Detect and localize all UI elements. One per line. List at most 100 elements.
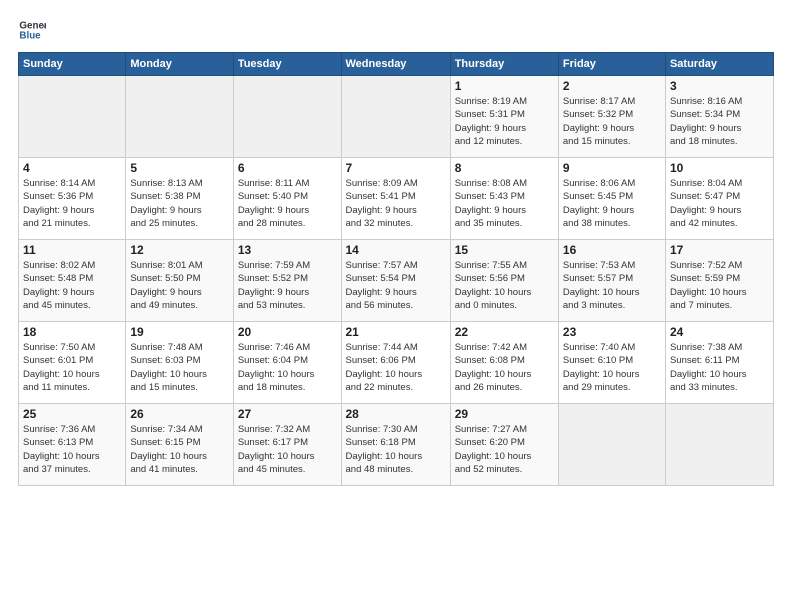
day-number: 28 xyxy=(346,407,446,421)
col-header-tuesday: Tuesday xyxy=(233,53,341,76)
day-number: 14 xyxy=(346,243,446,257)
calendar-cell: 25 Sunrise: 7:36 AM Sunset: 6:13 PM Dayli… xyxy=(19,404,126,486)
calendar-cell: 2 Sunrise: 8:17 AM Sunset: 5:32 PM Daylig… xyxy=(558,76,665,158)
calendar-cell xyxy=(233,76,341,158)
calendar-cell: 22 Sunrise: 7:42 AM Sunset: 6:08 PM Dayli… xyxy=(450,322,558,404)
logo-icon: General Blue xyxy=(18,16,46,44)
calendar-cell xyxy=(341,76,450,158)
calendar-cell: 18 Sunrise: 7:50 AM Sunset: 6:01 PM Dayli… xyxy=(19,322,126,404)
day-number: 15 xyxy=(455,243,554,257)
day-info: Sunrise: 8:16 AM Sunset: 5:34 PM Dayligh… xyxy=(670,95,769,148)
calendar-cell xyxy=(558,404,665,486)
calendar-cell: 5Sunrise: 8:13 AM Sunset: 5:38 PM Daylig… xyxy=(126,158,233,240)
day-number: 16 xyxy=(563,243,661,257)
calendar-cell: 10 Sunrise: 8:04 AM Sunset: 5:47 PM Dayli… xyxy=(665,158,773,240)
day-info: Sunrise: 7:46 AM Sunset: 6:04 PM Dayligh… xyxy=(238,341,337,394)
calendar-cell xyxy=(665,404,773,486)
day-number: 6 xyxy=(238,161,337,175)
calendar-cell: 27Sunrise: 7:32 AM Sunset: 6:17 PM Dayli… xyxy=(233,404,341,486)
calendar-cell: 7 Sunrise: 8:09 AM Sunset: 5:41 PM Daylig… xyxy=(341,158,450,240)
calendar-cell: 23 Sunrise: 7:40 AM Sunset: 6:10 PM Dayli… xyxy=(558,322,665,404)
calendar-cell xyxy=(126,76,233,158)
day-info: Sunrise: 7:55 AM Sunset: 5:56 PM Dayligh… xyxy=(455,259,554,312)
day-number: 21 xyxy=(346,325,446,339)
day-number: 9 xyxy=(563,161,661,175)
calendar-table: SundayMondayTuesdayWednesdayThursdayFrid… xyxy=(18,52,774,486)
calendar-cell: 4 Sunrise: 8:14 AM Sunset: 5:36 PM Daylig… xyxy=(19,158,126,240)
day-info: Sunrise: 7:59 AM Sunset: 5:52 PM Dayligh… xyxy=(238,259,337,312)
calendar-cell: 9 Sunrise: 8:06 AM Sunset: 5:45 PM Daylig… xyxy=(558,158,665,240)
svg-text:Blue: Blue xyxy=(19,30,41,41)
day-info: Sunrise: 8:14 AM Sunset: 5:36 PM Dayligh… xyxy=(23,177,121,230)
day-info: Sunrise: 8:01 AM Sunset: 5:50 PM Dayligh… xyxy=(130,259,228,312)
day-info: Sunrise: 7:48 AM Sunset: 6:03 PM Dayligh… xyxy=(130,341,228,394)
day-number: 8 xyxy=(455,161,554,175)
day-number: 18 xyxy=(23,325,121,339)
day-number: 26 xyxy=(130,407,228,421)
day-number: 2 xyxy=(563,79,661,93)
day-info: Sunrise: 7:36 AM Sunset: 6:13 PM Dayligh… xyxy=(23,423,121,476)
calendar-cell: 26 Sunrise: 7:34 AM Sunset: 6:15 PM Dayli… xyxy=(126,404,233,486)
day-number: 4 xyxy=(23,161,121,175)
day-info: Sunrise: 8:17 AM Sunset: 5:32 PM Dayligh… xyxy=(563,95,661,148)
day-number: 1 xyxy=(455,79,554,93)
col-header-saturday: Saturday xyxy=(665,53,773,76)
day-info: Sunrise: 7:42 AM Sunset: 6:08 PM Dayligh… xyxy=(455,341,554,394)
calendar-cell: 6 Sunrise: 8:11 AM Sunset: 5:40 PM Daylig… xyxy=(233,158,341,240)
calendar-cell: 3 Sunrise: 8:16 AM Sunset: 5:34 PM Daylig… xyxy=(665,76,773,158)
col-header-sunday: Sunday xyxy=(19,53,126,76)
calendar-cell: 14 Sunrise: 7:57 AM Sunset: 5:54 PM Dayli… xyxy=(341,240,450,322)
day-info: Sunrise: 8:19 AM Sunset: 5:31 PM Dayligh… xyxy=(455,95,554,148)
calendar-cell xyxy=(19,76,126,158)
calendar-cell: 21 Sunrise: 7:44 AM Sunset: 6:06 PM Dayli… xyxy=(341,322,450,404)
day-info: Sunrise: 8:04 AM Sunset: 5:47 PM Dayligh… xyxy=(670,177,769,230)
day-info: Sunrise: 7:30 AM Sunset: 6:18 PM Dayligh… xyxy=(346,423,446,476)
day-number: 17 xyxy=(670,243,769,257)
day-number: 24 xyxy=(670,325,769,339)
day-info: Sunrise: 7:44 AM Sunset: 6:06 PM Dayligh… xyxy=(346,341,446,394)
day-info: Sunrise: 8:09 AM Sunset: 5:41 PM Dayligh… xyxy=(346,177,446,230)
col-header-monday: Monday xyxy=(126,53,233,76)
calendar-cell: 28 Sunrise: 7:30 AM Sunset: 6:18 PM Dayli… xyxy=(341,404,450,486)
calendar-cell: 15 Sunrise: 7:55 AM Sunset: 5:56 PM Dayli… xyxy=(450,240,558,322)
day-info: Sunrise: 8:08 AM Sunset: 5:43 PM Dayligh… xyxy=(455,177,554,230)
calendar-cell: 13 Sunrise: 7:59 AM Sunset: 5:52 PM Dayli… xyxy=(233,240,341,322)
day-number: 5 xyxy=(130,161,228,175)
calendar-cell: 1 Sunrise: 8:19 AM Sunset: 5:31 PM Daylig… xyxy=(450,76,558,158)
day-info: Sunrise: 7:53 AM Sunset: 5:57 PM Dayligh… xyxy=(563,259,661,312)
day-info: Sunrise: 7:34 AM Sunset: 6:15 PM Dayligh… xyxy=(130,423,228,476)
day-number: 22 xyxy=(455,325,554,339)
day-info: Sunrise: 8:02 AM Sunset: 5:48 PM Dayligh… xyxy=(23,259,121,312)
day-number: 19 xyxy=(130,325,228,339)
day-info: Sunrise: 8:11 AM Sunset: 5:40 PM Dayligh… xyxy=(238,177,337,230)
day-info: Sunrise: 7:50 AM Sunset: 6:01 PM Dayligh… xyxy=(23,341,121,394)
day-number: 13 xyxy=(238,243,337,257)
logo: General Blue xyxy=(18,16,50,44)
day-number: 25 xyxy=(23,407,121,421)
calendar-cell: 29 Sunrise: 7:27 AM Sunset: 6:20 PM Dayli… xyxy=(450,404,558,486)
calendar-cell: 17 Sunrise: 7:52 AM Sunset: 5:59 PM Dayli… xyxy=(665,240,773,322)
col-header-wednesday: Wednesday xyxy=(341,53,450,76)
day-info: Sunrise: 7:52 AM Sunset: 5:59 PM Dayligh… xyxy=(670,259,769,312)
col-header-friday: Friday xyxy=(558,53,665,76)
page-header: General Blue xyxy=(18,16,774,44)
day-number: 3 xyxy=(670,79,769,93)
day-info: Sunrise: 7:38 AM Sunset: 6:11 PM Dayligh… xyxy=(670,341,769,394)
calendar-cell: 20Sunrise: 7:46 AM Sunset: 6:04 PM Dayli… xyxy=(233,322,341,404)
calendar-cell: 12 Sunrise: 8:01 AM Sunset: 5:50 PM Dayli… xyxy=(126,240,233,322)
day-info: Sunrise: 7:27 AM Sunset: 6:20 PM Dayligh… xyxy=(455,423,554,476)
calendar-cell: 19 Sunrise: 7:48 AM Sunset: 6:03 PM Dayli… xyxy=(126,322,233,404)
day-number: 11 xyxy=(23,243,121,257)
day-info: Sunrise: 8:06 AM Sunset: 5:45 PM Dayligh… xyxy=(563,177,661,230)
day-number: 23 xyxy=(563,325,661,339)
day-info: Sunrise: 7:40 AM Sunset: 6:10 PM Dayligh… xyxy=(563,341,661,394)
day-number: 7 xyxy=(346,161,446,175)
calendar-cell: 16 Sunrise: 7:53 AM Sunset: 5:57 PM Dayli… xyxy=(558,240,665,322)
calendar-cell: 11 Sunrise: 8:02 AM Sunset: 5:48 PM Dayli… xyxy=(19,240,126,322)
day-info: Sunrise: 7:32 AM Sunset: 6:17 PM Dayligh… xyxy=(238,423,337,476)
day-number: 12 xyxy=(130,243,228,257)
day-info: Sunrise: 7:57 AM Sunset: 5:54 PM Dayligh… xyxy=(346,259,446,312)
day-number: 29 xyxy=(455,407,554,421)
col-header-thursday: Thursday xyxy=(450,53,558,76)
day-number: 10 xyxy=(670,161,769,175)
